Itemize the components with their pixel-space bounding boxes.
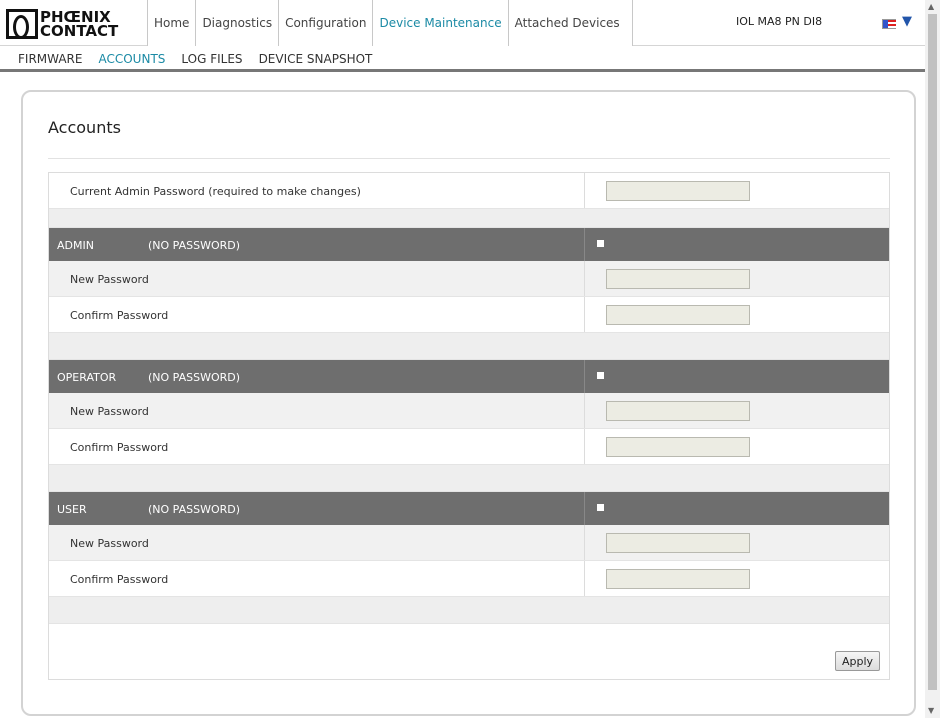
operator-enable-checkbox[interactable] [597, 372, 604, 379]
tab-device-maintenance[interactable]: Device Maintenance [372, 0, 508, 46]
subtab-firmware[interactable]: FIRMWARE [18, 46, 82, 69]
admin-enable-checkbox[interactable] [597, 240, 604, 247]
column-divider [584, 297, 585, 332]
admin-section-header: ADMIN (NO PASSWORD) [49, 228, 889, 261]
operator-new-password-label: New Password [70, 405, 149, 418]
operator-new-password-row: New Password [49, 393, 889, 429]
spacer-row [49, 209, 889, 228]
admin-role-label: ADMIN [57, 239, 94, 252]
operator-confirm-password-row: Confirm Password [49, 429, 889, 465]
subtab-log-files[interactable]: LOG FILES [181, 46, 242, 69]
logo-text: PHŒNIX CONTACT [40, 10, 119, 40]
page-title: Accounts [48, 118, 121, 137]
logo-mark-icon [6, 9, 38, 39]
current-admin-password-row: Current Admin Password (required to make… [49, 173, 889, 209]
user-enable-checkbox[interactable] [597, 504, 604, 511]
scroll-down-arrow-icon[interactable]: ▼ [928, 706, 934, 715]
top-navigation-bar: PHŒNIX CONTACT Home Diagnostics Configur… [0, 0, 925, 46]
admin-new-password-input[interactable] [606, 269, 750, 289]
vertical-scrollbar[interactable]: ▲ ▼ [925, 0, 940, 718]
accounts-panel: Accounts Current Admin Password (require… [21, 90, 916, 716]
title-divider [48, 158, 890, 159]
scroll-up-arrow-icon[interactable]: ▲ [928, 2, 934, 11]
admin-status-label: (NO PASSWORD) [148, 239, 241, 252]
admin-new-password-row: New Password [49, 261, 889, 297]
actions-row: Apply [49, 624, 889, 679]
user-role-label: USER [57, 503, 87, 516]
spacer-row [49, 333, 889, 360]
user-new-password-input[interactable] [606, 533, 750, 553]
tab-home[interactable]: Home [147, 0, 196, 46]
current-admin-password-input[interactable] [606, 181, 750, 201]
user-new-password-label: New Password [70, 537, 149, 550]
column-divider [584, 393, 585, 428]
logo-line-2: CONTACT [40, 22, 119, 40]
accounts-table: Current Admin Password (required to make… [48, 172, 890, 680]
operator-status-label: (NO PASSWORD) [148, 371, 241, 384]
operator-section-header: OPERATOR (NO PASSWORD) [49, 360, 889, 393]
operator-new-password-input[interactable] [606, 401, 750, 421]
tab-configuration[interactable]: Configuration [278, 0, 373, 46]
sub-navigation: FIRMWARE ACCOUNTS LOG FILES DEVICE SNAPS… [0, 46, 925, 72]
spacer-row [49, 597, 889, 624]
admin-new-password-label: New Password [70, 273, 149, 286]
device-name: IOL MA8 PN DI8 [736, 15, 823, 28]
column-divider [584, 492, 585, 525]
apply-button[interactable]: Apply [835, 651, 880, 671]
admin-confirm-password-input[interactable] [606, 305, 750, 325]
column-divider [584, 228, 585, 261]
column-divider [584, 261, 585, 296]
main-tabs: Home Diagnostics Configuration Device Ma… [147, 0, 633, 46]
scroll-thumb[interactable] [928, 14, 937, 690]
tab-diagnostics[interactable]: Diagnostics [195, 0, 279, 46]
column-divider [584, 429, 585, 464]
operator-confirm-password-input[interactable] [606, 437, 750, 457]
user-confirm-password-input[interactable] [606, 569, 750, 589]
column-divider [584, 173, 585, 208]
user-new-password-row: New Password [49, 525, 889, 561]
operator-role-label: OPERATOR [57, 371, 117, 384]
user-confirm-password-row: Confirm Password [49, 561, 889, 597]
current-admin-password-label: Current Admin Password (required to make… [70, 185, 361, 198]
operator-confirm-password-label: Confirm Password [70, 441, 169, 454]
user-confirm-password-label: Confirm Password [70, 573, 169, 586]
us-flag-icon[interactable] [882, 19, 896, 29]
admin-confirm-password-label: Confirm Password [70, 309, 169, 322]
column-divider [584, 525, 585, 560]
subtab-device-snapshot[interactable]: DEVICE SNAPSHOT [259, 46, 373, 69]
admin-confirm-password-row: Confirm Password [49, 297, 889, 333]
tab-attached-devices[interactable]: Attached Devices [507, 0, 633, 46]
column-divider [584, 360, 585, 393]
spacer-row [49, 465, 889, 492]
user-status-label: (NO PASSWORD) [148, 503, 241, 516]
subtab-accounts[interactable]: ACCOUNTS [98, 46, 165, 69]
column-divider [584, 561, 585, 596]
user-section-header: USER (NO PASSWORD) [49, 492, 889, 525]
language-dropdown-arrow-icon[interactable]: ▼ [902, 14, 912, 29]
phoenix-contact-logo[interactable]: PHŒNIX CONTACT [6, 6, 138, 42]
